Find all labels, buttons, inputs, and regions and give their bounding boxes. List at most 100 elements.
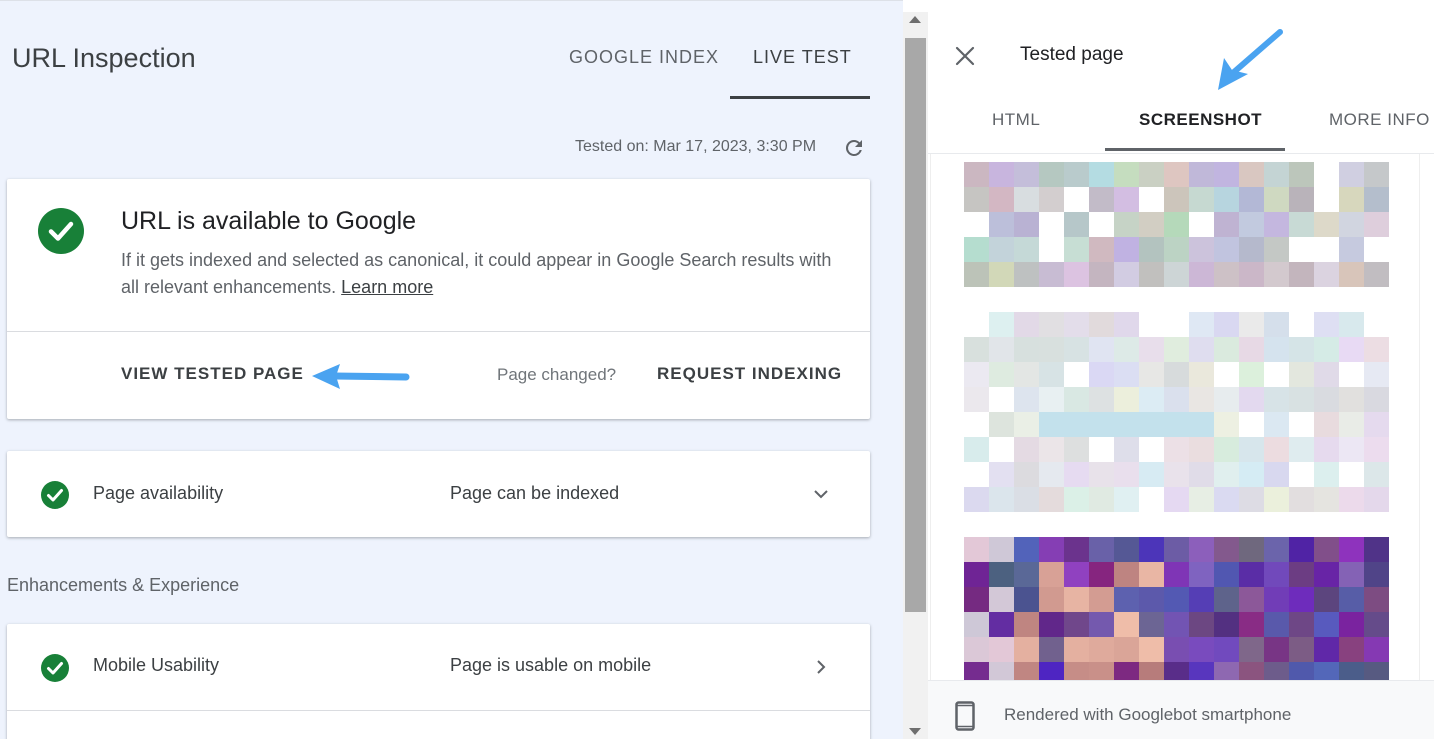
status-card: URL is available to Google If it gets in… [7,179,870,419]
screenshot-pixel [1264,637,1289,662]
screenshot-pixel [1164,162,1189,187]
screenshot-pixel [989,237,1014,262]
screenshot-pixel [989,312,1014,337]
screenshot-pixel [1089,262,1114,287]
screenshot-pixel [964,612,989,637]
screenshot-pixel [1364,212,1389,237]
screenshot-pixel [1089,537,1114,562]
screenshot-pixel [1114,337,1139,362]
screenshot-pixel [1114,187,1139,212]
screenshot-pixel [989,337,1014,362]
screenshot-pixel [1339,587,1364,612]
screenshot-pixel [1039,337,1064,362]
screenshot-pixel [1364,437,1389,462]
screenshot-pixel [1089,662,1114,682]
screenshot-pixel [1164,387,1189,412]
page-changed-label: Page changed? [497,365,617,384]
tab-google-index[interactable]: GOOGLE INDEX [569,47,719,68]
screenshot-pixel [1239,437,1264,462]
active-tab-indicator [1105,148,1285,151]
screenshot-pixel [1314,362,1339,387]
screenshot-pixel [989,162,1014,187]
panel-footer: Rendered with Googlebot smartphone [928,680,1434,739]
screenshot-pixel [1214,612,1239,637]
screenshot-pixel [1189,487,1214,512]
screenshot-pixel [1189,387,1214,412]
learn-more-link[interactable]: Learn more [341,277,433,297]
screenshot-pixel [1114,662,1139,682]
screenshot-pixel [989,212,1014,237]
screenshot-pixel [1189,662,1214,682]
tab-screenshot[interactable]: SCREENSHOT [1139,110,1262,130]
screenshot-pixel [1189,637,1214,662]
page-availability-row[interactable]: Page availability Page can be indexed [7,451,870,537]
screenshot-pixel [964,437,989,462]
screenshot-pixel [1014,337,1039,362]
screenshot-pixel [1064,262,1089,287]
chevron-right-icon[interactable] [811,657,831,677]
scrollbar-thumb[interactable] [905,38,926,612]
screenshot-pixel [964,262,989,287]
screenshot-pixel [1189,587,1214,612]
screenshot-pixel [1164,412,1189,437]
screenshot-pixel [1339,412,1364,437]
screenshot-pixel [1139,387,1164,412]
page-title: URL Inspection [12,43,196,73]
tab-more-info[interactable]: MORE INFO [1329,110,1430,130]
close-icon[interactable] [954,45,976,67]
screenshot-pixel [1264,262,1289,287]
screenshot-pixel [1239,662,1264,682]
screenshot-pixel [1289,387,1314,412]
screenshot-pixel [1039,537,1064,562]
screenshot-pixel [1039,437,1064,462]
screenshot-pixel [964,662,989,682]
refresh-icon[interactable] [842,136,866,160]
screenshot-pixel [1064,162,1089,187]
view-tested-page-button[interactable]: VIEW TESTED PAGE [121,364,304,384]
screenshot-pixel [1114,437,1139,462]
screenshot-pixel [1239,562,1264,587]
screenshot-pixel [989,462,1014,487]
screenshot-pixel [1039,487,1064,512]
screenshot-pixel [989,562,1014,587]
page-availability-value: Page can be indexed [450,483,620,503]
scroll-down-icon[interactable] [909,728,921,735]
chevron-down-icon[interactable] [811,484,831,504]
screenshot-pixel [1264,212,1289,237]
screenshot-pixel [1214,462,1239,487]
screenshot-pixel [1239,312,1264,337]
tab-html[interactable]: HTML [992,110,1040,130]
screenshot-pixel [1089,637,1114,662]
screenshot-pixel [1164,237,1189,262]
screenshot-pixel [1214,237,1239,262]
screenshot-pixel [1314,637,1339,662]
tab-live-test[interactable]: LIVE TEST [753,47,852,68]
screenshot-pixel [1189,187,1214,212]
scroll-up-icon[interactable] [909,16,921,23]
screenshot-pixel [1014,212,1039,237]
screenshot-pixel [1239,537,1264,562]
screenshot-pixel [1164,662,1189,682]
screenshot-pixel [1364,587,1389,612]
screenshot-pixel [1089,612,1114,637]
screenshot-pixel [1314,462,1339,487]
screenshot-pixel [1089,237,1114,262]
screenshot-pixel [1364,562,1389,587]
screenshot-pixel [1289,662,1314,682]
screenshot-pixel [1164,362,1189,387]
screenshot-pixel [1264,537,1289,562]
screenshot-pixel [1189,537,1214,562]
request-indexing-button[interactable]: REQUEST INDEXING [657,364,842,384]
screenshot-pixel [1064,537,1089,562]
screenshot-pixel [1364,337,1389,362]
screenshot-pixel [989,662,1014,682]
screenshot-pixel [1139,412,1164,437]
screenshot-pixel [1189,337,1214,362]
screenshot-pixel [1289,537,1314,562]
screenshot-pixel [1014,237,1039,262]
screenshot-pixel [989,362,1014,387]
screenshot-pixel [1039,562,1064,587]
screenshot-pixel [1339,262,1364,287]
screenshot-pixel [1139,662,1164,682]
screenshot-pixel [1014,462,1039,487]
